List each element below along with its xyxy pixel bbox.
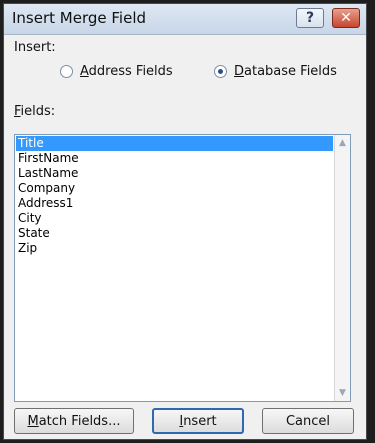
list-item[interactable]: FirstName: [16, 151, 333, 166]
scroll-down-icon[interactable]: ▼: [335, 385, 350, 401]
insert-label: Insert:: [14, 40, 56, 55]
list-item[interactable]: Zip: [16, 241, 333, 256]
close-button[interactable]: ✕: [332, 8, 360, 28]
radio-circle-icon: [60, 65, 73, 78]
help-icon: ?: [305, 10, 315, 26]
title-bar: Insert Merge Field ? ✕: [4, 4, 366, 35]
insert-button[interactable]: Insert: [152, 408, 244, 434]
database-fields-radio[interactable]: Database Fields: [214, 64, 337, 79]
insert-button-label: Insert: [179, 413, 217, 429]
list-item[interactable]: Address1: [16, 196, 333, 211]
address-fields-label: Address Fields: [80, 64, 173, 79]
help-button[interactable]: ?: [296, 8, 324, 28]
vertical-scrollbar[interactable]: ▲ ▼: [334, 135, 350, 401]
list-item[interactable]: Company: [16, 181, 333, 196]
address-fields-radio[interactable]: Address Fields: [60, 64, 173, 79]
list-item[interactable]: State: [16, 226, 333, 241]
list-item[interactable]: Title: [16, 136, 333, 151]
fields-listbox[interactable]: Title FirstName LastName Company Address…: [14, 134, 351, 402]
radio-circle-checked-icon: [214, 65, 227, 78]
fields-label: Fields:: [14, 104, 56, 119]
list-item[interactable]: City: [16, 211, 333, 226]
match-fields-label: Match Fields...: [27, 413, 121, 429]
insert-merge-field-dialog: Insert Merge Field ? ✕ Insert: Address F…: [3, 3, 367, 440]
dialog-title: Insert Merge Field: [12, 9, 147, 27]
match-fields-button[interactable]: Match Fields...: [14, 408, 134, 434]
database-fields-label: Database Fields: [234, 64, 337, 79]
close-icon: ✕: [340, 10, 352, 26]
cancel-button[interactable]: Cancel: [262, 408, 354, 434]
list-item[interactable]: LastName: [16, 166, 333, 181]
scroll-up-icon[interactable]: ▲: [335, 135, 350, 151]
